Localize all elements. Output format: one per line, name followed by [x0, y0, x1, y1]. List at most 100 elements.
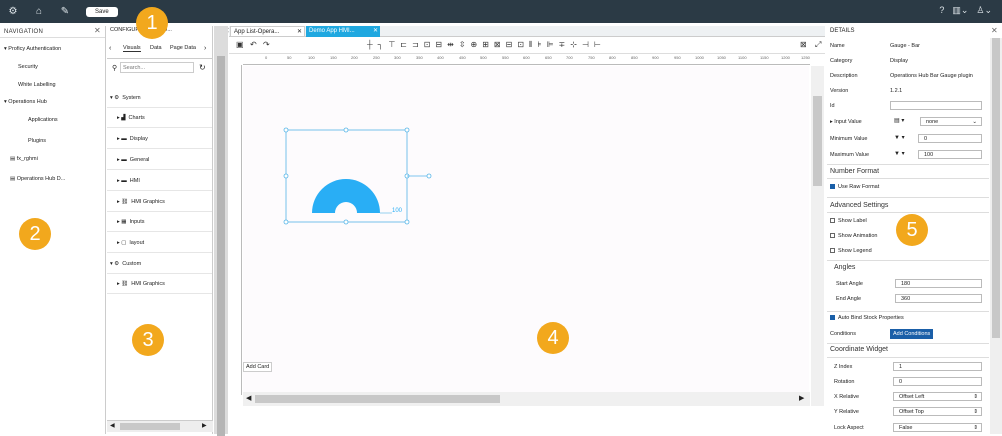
list-item-hmi[interactable]: ▸ ▬ HMI — [107, 171, 212, 191]
list-item-custom[interactable]: ▾ ⚙ Custom — [107, 254, 212, 274]
tab-demo-app-hmi[interactable]: Demo App HMI... ✕ — [306, 26, 380, 37]
vertical-scrollbar[interactable] — [811, 66, 824, 406]
list-item-inputs[interactable]: ▸ ▦ Inputs — [107, 212, 212, 232]
checkbox[interactable] — [830, 233, 835, 239]
min-field[interactable]: 0 — [918, 134, 982, 143]
stepper-icon: ⇕ — [973, 425, 978, 431]
scrollbar-thumb[interactable] — [813, 96, 822, 186]
ruler-tick: 550 — [502, 55, 509, 60]
scroll-right-icon[interactable]: ▶ — [799, 394, 804, 402]
nav-item-white-labelling[interactable]: White Labelling — [18, 82, 56, 88]
checkbox[interactable] — [830, 218, 835, 224]
gauge-widget[interactable] — [280, 125, 440, 225]
add-conditions-button[interactable]: Add Conditions — [890, 329, 934, 339]
tab-visuals[interactable]: Visuals — [123, 45, 141, 52]
design-canvas[interactable] — [243, 66, 809, 392]
tab-prev-icon[interactable]: ‹ — [109, 45, 111, 52]
auto-bind-checkbox[interactable]: Auto Bind Stock Properties — [830, 315, 904, 321]
datasource-icon[interactable]: ▼ ▾ — [894, 150, 905, 157]
ruler-tick: 1100 — [738, 55, 747, 60]
nav-item-proficy[interactable]: ▾ Proficy Authentication — [4, 46, 61, 52]
list-label: Display — [129, 135, 148, 142]
home-icon[interactable]: ⌂ — [26, 6, 52, 17]
redo-icon[interactable]: ↷ — [263, 40, 270, 49]
refresh-icon[interactable]: ↻ — [199, 63, 206, 72]
checkbox-checked[interactable] — [830, 315, 835, 321]
list-item-hmi-graphics[interactable]: ▸ ⛓ HMI Graphics — [107, 192, 212, 212]
nav-item-operations-hub-d[interactable]: ▤ Operations Hub D... — [10, 176, 65, 182]
scroll-right-icon[interactable]: ▶ — [202, 422, 207, 429]
nav-item-plugins[interactable]: Plugins — [28, 138, 46, 144]
list-item-layout[interactable]: ▸ ▢ layout — [107, 233, 212, 253]
y-relative-select[interactable]: Offset Top ⇕ — [893, 407, 982, 416]
raw-format-checkbox[interactable]: Use Raw Format — [830, 184, 879, 190]
layout-icon[interactable]: ▥⌄ — [952, 5, 968, 16]
app-logo-icon[interactable]: ⚙ — [0, 6, 26, 17]
splitter-thumb[interactable] — [217, 56, 225, 436]
list-item-general[interactable]: ▸ ▬ General — [107, 150, 212, 170]
datasource-icon[interactable]: ▼ ▾ — [894, 134, 905, 141]
max-label: Maximum Value — [830, 152, 870, 158]
panel-splitter[interactable] — [214, 26, 228, 436]
select-value: Offset Top — [899, 409, 924, 415]
input-value-label[interactable]: ▸ Input Value — [830, 119, 862, 125]
id-label: Id — [830, 103, 835, 109]
ruler-tick: 800 — [609, 55, 616, 60]
user-icon[interactable]: ♙⌄ — [976, 5, 992, 16]
tab-page-data[interactable]: Page Data — [170, 45, 196, 51]
list-item-display[interactable]: ▸ ▬ Display — [107, 129, 212, 149]
save-page-icon[interactable]: ▣ — [236, 40, 244, 49]
horizontal-scrollbar[interactable]: ◀ ▶ — [107, 420, 213, 432]
list-item-custom-hmi-graphics[interactable]: ▸ ⛓ HMI Graphics — [107, 274, 212, 294]
scrollbar-thumb[interactable] — [120, 423, 180, 430]
end-angle-field[interactable]: 360 — [895, 294, 982, 303]
help-icon[interactable]: ? — [939, 5, 944, 16]
scrollbar-thumb[interactable] — [992, 38, 1000, 338]
resize-handle — [343, 219, 349, 225]
close-icon[interactable]: ✕ — [373, 26, 378, 36]
nav-item-applications[interactable]: Applications — [28, 117, 58, 123]
lock-aspect-select[interactable]: False ⇕ — [893, 423, 982, 432]
start-angle-field[interactable]: 180 — [895, 279, 982, 288]
tab-data[interactable]: Data — [150, 45, 162, 51]
resize-handle — [343, 127, 349, 133]
align-tools[interactable]: ┼┐⊤⊏⊐⊡⊟⇹⇳⊕⊞⊠⊟⊡⫴⊧⊫∓⊹⊣⊢ — [367, 40, 606, 50]
show-animation-checkbox[interactable]: Show Animation — [830, 233, 877, 239]
fullscreen-icon[interactable]: ⤢ — [815, 40, 821, 50]
canvas-horizontal-scrollbar[interactable]: ◀ ▶ — [243, 392, 810, 406]
tab-next-icon[interactable]: › — [204, 45, 206, 52]
close-icon[interactable]: ✕ — [94, 26, 101, 35]
checkbox[interactable] — [830, 248, 835, 254]
max-field[interactable]: 100 — [918, 150, 982, 159]
grid-icon[interactable]: ⊠ — [800, 40, 807, 49]
undo-icon[interactable]: ↶ — [250, 40, 257, 49]
input-value-select[interactable]: none ⌄ — [920, 117, 982, 126]
rotation-field[interactable]: 0 — [893, 377, 982, 386]
search-input[interactable] — [120, 62, 194, 73]
section-advanced: Advanced Settings — [830, 202, 889, 209]
scroll-left-icon[interactable]: ◀ — [110, 422, 115, 429]
show-label-checkbox[interactable]: Show Label — [830, 218, 867, 224]
add-card-button[interactable]: Add Card — [243, 362, 273, 372]
show-legend-checkbox[interactable]: Show Legend — [830, 248, 872, 254]
list-item-charts[interactable]: ▸ ▟ Charts — [107, 108, 212, 128]
scroll-left-icon[interactable]: ◀ — [246, 394, 251, 402]
tab-app-list[interactable]: App List-Opera... ✕ — [230, 26, 305, 37]
datasource-icon[interactable]: ▤ ▾ — [894, 117, 904, 124]
details-scrollbar[interactable] — [990, 38, 1002, 434]
close-icon[interactable]: ✕ — [991, 26, 998, 35]
nav-item-security[interactable]: Security — [18, 64, 38, 70]
zindex-field[interactable]: 1 — [893, 362, 982, 371]
brush-icon[interactable]: ✎ — [52, 6, 78, 17]
id-field[interactable] — [890, 101, 982, 110]
x-relative-select[interactable]: Offset Left ⇕ — [893, 392, 982, 401]
divider — [827, 178, 989, 179]
checkbox-checked[interactable] — [830, 184, 835, 190]
save-button[interactable]: Save — [86, 6, 118, 17]
nav-item-operations-hub[interactable]: ▾ Operations Hub — [4, 99, 47, 105]
list-item-system[interactable]: ▾ ⚙ System — [107, 88, 212, 108]
close-icon[interactable]: ✕ — [297, 27, 302, 37]
scrollbar-thumb[interactable] — [255, 395, 500, 403]
nav-item-fx-rghmi[interactable]: ▤ fx_rghmi — [10, 156, 38, 162]
ruler-tick: 1150 — [760, 55, 769, 60]
